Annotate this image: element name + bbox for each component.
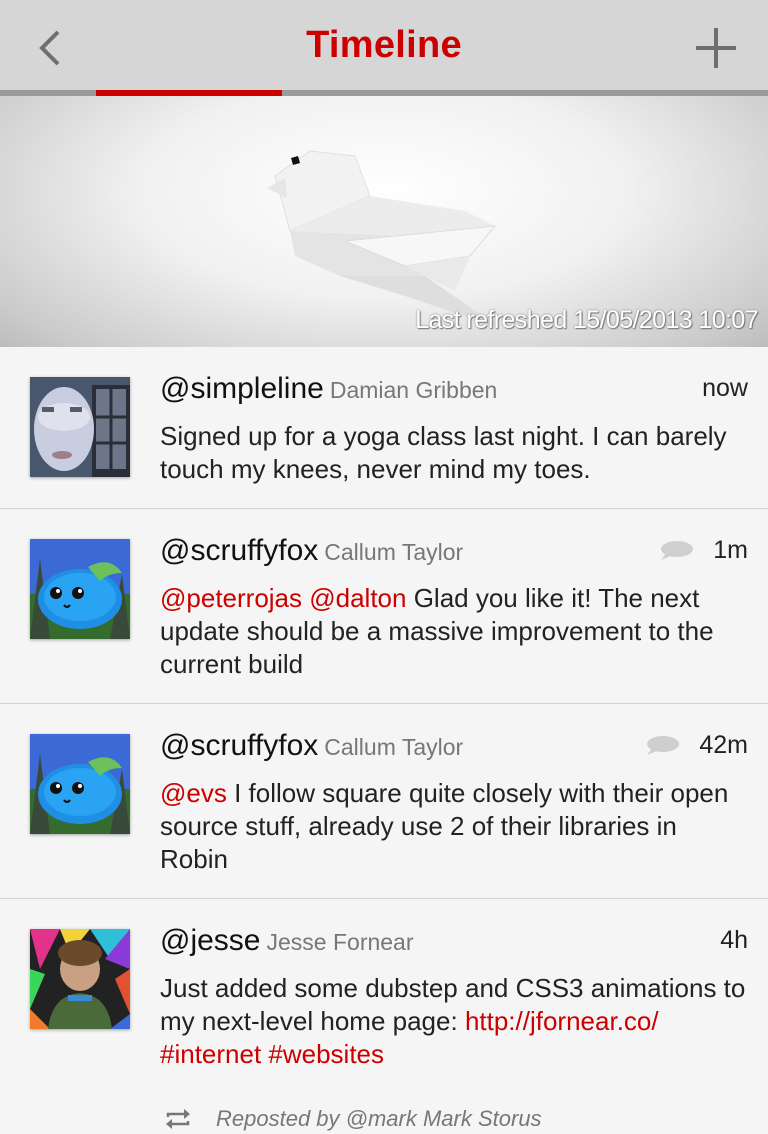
list-item[interactable]: @simpleline Damian Gribben now Signed up … (0, 347, 768, 509)
last-refreshed-label: Last refreshed 15/05/2013 10:07 (415, 306, 758, 334)
list-item[interactable]: @jesse Jesse Fornear 4h Just added some d… (0, 899, 768, 1093)
tweet-display-name: Jesse Fornear (266, 929, 414, 955)
tweet-mentions[interactable]: @peterrojas @dalton (160, 583, 406, 613)
list-item[interactable]: @scruffyfox Callum Taylor 1m @peterrojas … (0, 509, 768, 704)
reply-bubble-icon (661, 540, 694, 560)
avatar-image (30, 539, 130, 639)
origami-bird-icon (267, 150, 500, 328)
list-item[interactable]: @scruffyfox Callum Taylor 42m @evs I foll… (0, 704, 768, 899)
tweet-display-name: Damian Gribben (329, 377, 498, 403)
plus-icon (696, 28, 736, 68)
tweet-timestamp: 1m (713, 536, 748, 564)
tweet-timestamp: now (702, 374, 748, 402)
reply-bubble-icon (647, 735, 680, 755)
avatar-image (30, 929, 130, 1029)
avatar[interactable] (30, 539, 130, 639)
add-button[interactable] (692, 22, 740, 74)
tweet-text: Just added some dubstep and CSS3 animati… (160, 972, 748, 1093)
tweet-text: @evs I follow square quite closely with … (160, 777, 748, 898)
tweet-timestamp: 42m (699, 731, 748, 759)
repost-icon (166, 1109, 190, 1129)
tweet-display-name: Callum Taylor (324, 734, 464, 760)
tweet-display-name: Callum Taylor (324, 539, 464, 565)
tweet-timestamp: 4h (720, 926, 748, 954)
avatar[interactable] (30, 734, 130, 834)
tweet-text: Signed up for a yoga class last night. I… (160, 420, 748, 508)
top-action-bar: Timeline (0, 0, 768, 90)
timeline-header-banner: Last refreshed 15/05/2013 10:07 (0, 96, 768, 347)
tweet-handle[interactable]: @simpleline (160, 372, 324, 405)
page-title: Timeline (306, 24, 462, 66)
avatar-image (30, 734, 130, 834)
tweet-handle[interactable]: @scruffyfox (160, 534, 318, 567)
tweet-text-plain: I follow square quite closely with their… (160, 778, 729, 874)
avatar[interactable] (30, 929, 130, 1029)
tweet-text: @peterrojas @dalton Glad you like it! Th… (160, 582, 748, 703)
tweet-text-plain: Signed up for a yoga class last night. I… (160, 421, 727, 484)
tweet-handle[interactable]: @scruffyfox (160, 729, 318, 762)
tweet-handle[interactable]: @jesse (160, 924, 261, 957)
tweet-mentions[interactable]: @evs (160, 778, 227, 808)
avatar-image (30, 377, 130, 477)
timeline-feed[interactable]: @simpleline Damian Gribben now Signed up … (0, 347, 768, 1093)
repost-label: Reposted by @mark Mark Storus (216, 1106, 542, 1131)
avatar[interactable] (30, 377, 130, 477)
